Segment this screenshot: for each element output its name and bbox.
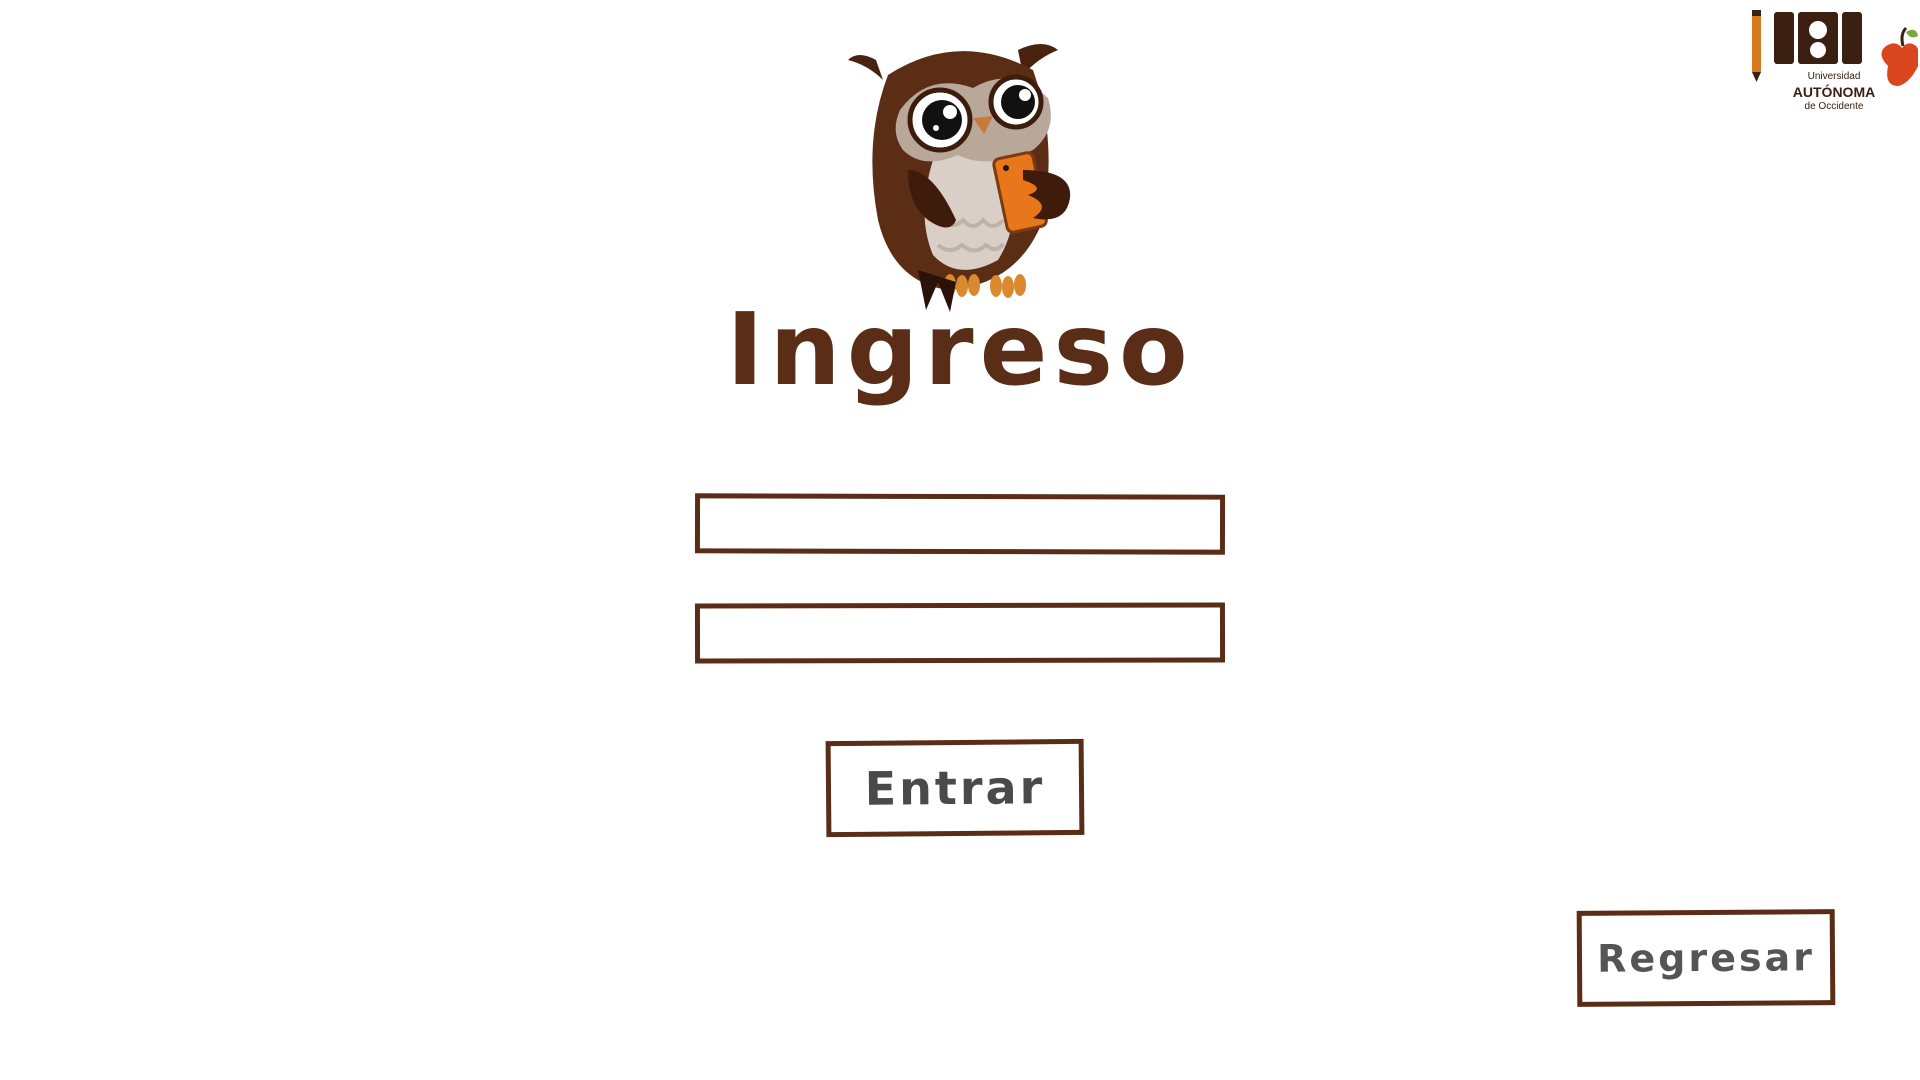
owl-mascot-illustration [848,44,1071,312]
enter-button-label: Entrar [864,760,1046,816]
logo-text-line-3: de Occidente [1804,101,1864,112]
page-title: Ingreso [726,291,1194,408]
username-input[interactable] [694,493,1226,555]
logo-text-line-1: Universidad [1807,71,1861,82]
logo-text-line-2: AUTÓNOMA [1792,84,1876,100]
enter-button[interactable]: Entrar [825,738,1085,838]
login-screen: Ingreso Entrar Regresar Universidad AUTÓ… [0,0,1920,1080]
password-input[interactable] [694,602,1226,664]
back-button-label: Regresar [1596,935,1816,981]
back-button[interactable]: Regresar [1576,909,1836,1007]
university-logo: Universidad AUTÓNOMA de Occidente [1748,6,1920,116]
